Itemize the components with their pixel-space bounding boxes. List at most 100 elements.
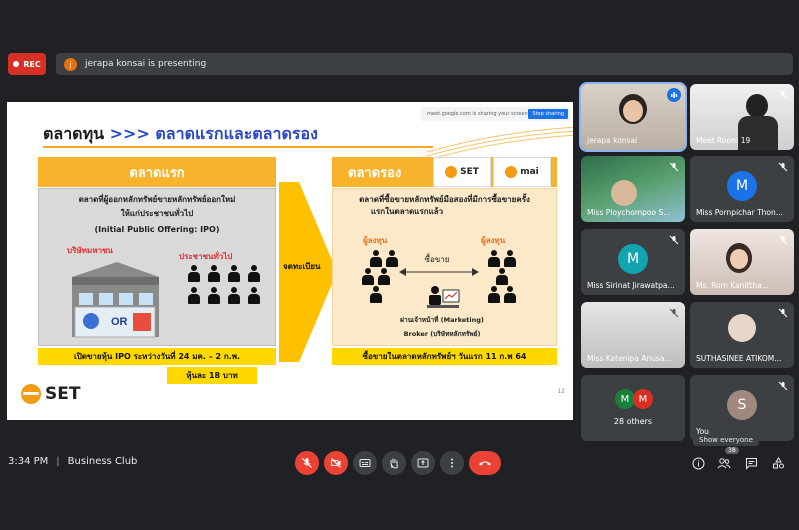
set-logo-text: SET — [460, 167, 479, 177]
trade-label: ซื้อขาย — [424, 255, 450, 264]
avatar: S — [727, 390, 757, 420]
participant-tile-suthasinee[interactable]: SUTHASINEE ATIKOM... — [690, 302, 794, 368]
mic-off-icon — [778, 381, 788, 391]
mic-off-icon — [302, 458, 312, 468]
chat-button[interactable] — [743, 455, 759, 471]
present-screen-button[interactable] — [411, 451, 435, 475]
person-icon — [247, 287, 261, 305]
participant-tile-katenipa[interactable]: Miss Katenipa Anusa... — [581, 302, 685, 368]
activities-icon — [772, 456, 784, 468]
participant-tile-ploychompoo[interactable]: Miss Ploychompoo S... — [581, 156, 685, 222]
mai-logo-text: mai — [520, 167, 539, 177]
ipo-price-strip: หุ้นละ 18 บาท — [167, 367, 257, 384]
recording-indicator[interactable]: REC — [8, 53, 46, 75]
present-icon — [417, 458, 429, 468]
broker-desk-icon — [427, 286, 460, 308]
person-icon — [227, 287, 241, 305]
people-button[interactable] — [716, 455, 732, 471]
title-arrow: >>> — [109, 124, 150, 143]
person-icon — [361, 268, 375, 286]
person-icon — [503, 286, 517, 304]
participant-tile-others[interactable]: M M 28 others — [581, 375, 685, 441]
slide-title: ตลาดทุน >>> ตลาดแรกและตลาดรอง — [43, 122, 318, 147]
captions-button[interactable] — [353, 451, 377, 475]
person-icon — [487, 286, 501, 304]
participant-tile-meetroom[interactable]: Meet Room 19 — [690, 84, 794, 150]
person-icon — [207, 287, 221, 305]
meeting-details-button[interactable] — [690, 455, 706, 471]
participant-name: Miss Katenipa Anusa... — [587, 354, 672, 363]
mic-off-icon — [778, 90, 788, 100]
mai-logo: mai — [493, 157, 551, 187]
title-rest: ตลาดแรกและตลาดรอง — [149, 124, 318, 143]
person-icon — [385, 250, 399, 268]
people-icon — [717, 457, 731, 468]
participant-name: Ms. Rom Kanittha... — [696, 281, 769, 290]
face-shape — [623, 100, 643, 122]
public-label: ประชาชนทั่วไป — [179, 252, 233, 261]
leave-call-button[interactable] — [469, 451, 501, 475]
slide-page-number: 12 — [557, 388, 565, 395]
primary-desc-3: (Initial Public Offering: IPO) — [94, 225, 220, 234]
profile-photo — [728, 314, 756, 342]
rec-label: REC — [23, 59, 41, 69]
person-icon — [369, 286, 383, 304]
decorative-gold-lines — [427, 126, 573, 161]
avatar: M — [633, 389, 653, 409]
record-dot-icon — [13, 61, 20, 67]
speaking-indicator-icon — [667, 88, 681, 102]
mai-circle-icon — [505, 166, 518, 178]
person-silhouette — [746, 94, 768, 118]
camera-toggle-button[interactable] — [324, 451, 348, 475]
participant-tile-jerapa[interactable]: jerapa konsai — [579, 82, 687, 152]
face-shape — [611, 180, 637, 206]
participant-tile-rom[interactable]: Ms. Rom Kanittha... — [690, 229, 794, 295]
mic-toggle-button[interactable] — [295, 451, 319, 475]
person-icon — [377, 268, 391, 286]
set-logo: SET — [433, 157, 491, 187]
person-icon — [187, 287, 201, 305]
others-count: 28 others — [613, 417, 653, 426]
secondary-desc-1: ตลาดที่ซื้อขายหลักทรัพย์มือสองที่มีการซื… — [359, 195, 530, 204]
person-icon — [227, 265, 241, 283]
svg-text:OR: OR — [111, 316, 128, 328]
hand-icon — [390, 458, 398, 469]
trade-arrow-icon — [399, 268, 479, 276]
meeting-name: Business Club — [67, 456, 138, 467]
person-icon — [503, 250, 517, 268]
person-icon — [247, 265, 261, 283]
show-everyone-tooltip: Show everyone — [693, 434, 759, 446]
avatar: M — [615, 389, 635, 409]
register-label: จดทะเบียน — [283, 262, 321, 271]
activities-button[interactable] — [770, 455, 786, 471]
raise-hand-button[interactable] — [382, 451, 406, 475]
person-icon — [369, 250, 383, 268]
person-icon — [487, 250, 501, 268]
participant-name: Miss Pornpichar Thon... — [696, 208, 783, 217]
title-underline — [43, 146, 433, 148]
share-banner-text: meet.google.com is sharing your screen. — [427, 111, 530, 117]
person-icon — [207, 265, 221, 283]
set-circle-icon — [445, 166, 458, 178]
mic-off-icon — [778, 162, 788, 172]
more-options-button[interactable] — [440, 451, 464, 475]
current-time: 3:34 PM — [8, 456, 49, 467]
secondary-date-strip: ซื้อขายในตลาดหลักทรัพย์ฯ วันแรก 11 ก.พ 6… — [332, 348, 557, 365]
chat-icon — [745, 457, 757, 470]
stop-sharing-button[interactable]: Stop sharing — [528, 109, 568, 119]
investor-right-label: ผู้ลงทุน — [481, 236, 506, 245]
separator: | — [56, 456, 60, 467]
face-shape — [730, 249, 748, 269]
footer-set-logo: SET — [21, 384, 80, 404]
primary-market-header: ตลาดแรก — [38, 157, 276, 187]
participant-tile-pornpichar[interactable]: M Miss Pornpichar Thon... — [690, 156, 794, 222]
participant-name: jerapa konsai — [587, 136, 638, 145]
mic-off-icon — [778, 235, 788, 245]
primary-desc-1: ตลาดที่ผู้ออกหลักทรัพย์ขายหลักทรัพย์ออกใ… — [78, 195, 236, 204]
participant-tile-sirinat[interactable]: M Miss Sirinat Jirawatpa... — [581, 229, 685, 295]
primary-desc-2: ให้แก่ประชาชนทั่วไป — [120, 209, 194, 218]
secondary-desc-2: แรกในตลาดแรกแล้ว — [370, 207, 444, 216]
participant-tile-you[interactable]: S You — [690, 375, 794, 441]
captions-icon — [359, 459, 371, 467]
person-icon — [187, 265, 201, 283]
